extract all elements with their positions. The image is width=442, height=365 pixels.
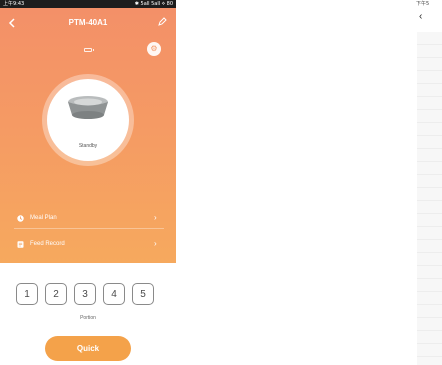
back-button[interactable]: ‹ (419, 11, 422, 22)
document-icon (16, 240, 24, 248)
second-device-screen: 下午5 ‹ (414, 0, 442, 365)
portion-option-4[interactable]: 4 (103, 283, 125, 305)
status-time: 下午5 (416, 1, 430, 7)
status-indicators: ✱ 5all 5all ⟡ 80 (134, 1, 173, 7)
meal-plan-row[interactable]: Meal Plan › (0, 211, 176, 225)
status-time: 上午9:43 (3, 1, 25, 7)
page-title: PTM-40A1 (68, 18, 108, 27)
clock-icon (16, 214, 24, 222)
portion-selector: 1 2 3 4 5 (16, 283, 166, 307)
meal-plan-label: Meal Plan (30, 215, 57, 221)
device-header-panel: PTM-40A1 ⚙ Standby Meal Plan › Feed Reco… (0, 8, 176, 263)
pencil-icon (158, 17, 167, 26)
portion-option-1[interactable]: 1 (16, 283, 38, 305)
portion-option-3[interactable]: 3 (74, 283, 96, 305)
quick-feed-button[interactable]: Quick (45, 336, 131, 361)
chevron-left-icon: ‹ (419, 11, 423, 22)
gear-icon: ⚙ (150, 44, 158, 53)
feed-record-label: Feed Record (30, 241, 65, 247)
portion-option-2[interactable]: 2 (45, 283, 67, 305)
status-bar: 上午9:43 ✱ 5all 5all ⟡ 80 (0, 0, 176, 8)
portion-label: Portion (80, 315, 96, 321)
loading-placeholder (417, 32, 442, 365)
feeder-bowl-icon (68, 96, 108, 119)
portion-option-5[interactable]: 5 (132, 283, 154, 305)
battery-icon (84, 48, 94, 52)
edit-button[interactable] (158, 17, 168, 27)
device-screen: 上午9:43 ✱ 5all 5all ⟡ 80 PTM-40A1 ⚙ Stand… (0, 0, 176, 365)
feed-record-row[interactable]: Feed Record › (0, 237, 176, 251)
device-status: Standby (78, 143, 98, 149)
menu-divider (14, 228, 164, 229)
chevron-right-icon: › (154, 213, 157, 222)
settings-button[interactable]: ⚙ (147, 42, 161, 56)
chevron-right-icon: › (154, 239, 157, 248)
screenshot-root: 上午9:43 ✱ 5all 5all ⟡ 80 PTM-40A1 ⚙ Stand… (0, 0, 442, 365)
